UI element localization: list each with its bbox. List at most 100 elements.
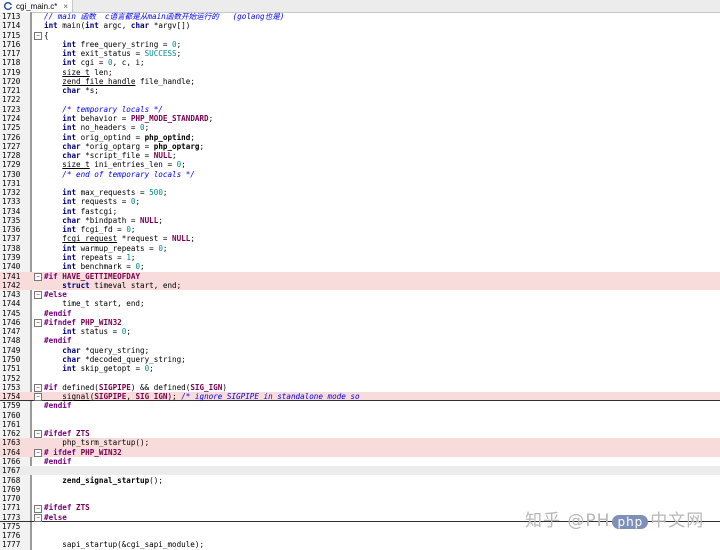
code-line[interactable]: 1716 int free_query_string = 0; [0,40,720,49]
code-line[interactable]: 1750 char *decoded_query_string; [0,355,720,364]
fold-toggle-icon[interactable]: − [34,393,42,402]
code-line[interactable]: 1735 char *bindpath = NULL; [0,216,720,225]
line-number: 1760 [2,410,21,420]
fold-toggle-icon[interactable]: − [34,513,42,522]
tab-close-button[interactable]: × [63,2,68,11]
code-line[interactable]: 1724 int behavior = PHP_MODE_STANDARD; [0,114,720,123]
code-line[interactable]: 1739 int repeats = 1; [0,253,720,262]
line-number: 1725 [2,123,21,133]
code-line[interactable]: 1745 #endif [0,309,720,318]
code-line[interactable]: 1728 char *script_file = NULL; [0,151,720,160]
code-line[interactable]: 1729 size_t ini_entries_len = 0; [0,160,720,169]
code-text: #else [44,512,67,522]
code-line[interactable]: 1734 int fastcgi; [0,207,720,216]
code-line[interactable]: 1738 int warmup_repeats = 0; [0,244,720,253]
code-text: int fastcgi; [62,206,118,216]
code-line[interactable]: 1768 zend_signal_startup(); [0,476,720,485]
code-line[interactable]: 1749 char *query_string; [0,346,720,355]
fold-toggle-icon[interactable]: − [34,272,42,281]
code-line[interactable]: 1726 int orig_optind = php_optind; [0,133,720,142]
code-line[interactable]: 1723 /* temporary locals */ [0,105,720,114]
line-number: 1777 [2,540,21,550]
fold-toggle-icon[interactable]: − [34,448,42,457]
code-line[interactable]: 1747 int status = 0; [0,327,720,336]
code-line[interactable]: 1730 /* end of temporary locals */ [0,170,720,179]
code-editor[interactable]: 1713 // main 函数 c语言都是从main函数开始运行的 (golang… [0,12,720,550]
code-line[interactable]: 1713 // main 函数 c语言都是从main函数开始运行的 (golang… [0,12,720,21]
code-line[interactable]: 1754 − signal(SIGPIPE, SIG_IGN); /* ignor… [0,392,720,402]
fold-toggle-icon[interactable]: − [34,291,42,300]
code-line[interactable]: 1751 int skip_getopt = 0; [0,364,720,373]
code-text: /* temporary locals */ [62,104,163,114]
code-text: struct timeval start, end; [62,280,182,290]
code-line[interactable]: 1744 time_t start, end; [0,299,720,308]
code-line[interactable]: 1743 − #else [0,290,720,300]
line-number: 1754 [2,392,21,402]
code-line[interactable]: 1761 [0,420,720,429]
code-line[interactable]: 1715 −{ [0,31,720,40]
code-text: time_t start, end; [44,299,145,309]
code-line[interactable]: 1733 int requests = 0; [0,197,720,206]
code-line[interactable]: 1717 int exit_status = SUCCESS; [0,49,720,58]
code-line[interactable]: 1741 − #if HAVE_GETTIMEOFDAY [0,271,720,281]
code-line[interactable]: 1776 [0,531,720,540]
code-line[interactable]: 1719 size_t len; [0,68,720,77]
line-number: 1734 [2,206,21,216]
code-text: int repeats = 1; [62,253,136,263]
line-number: 1764 [2,447,21,457]
line-number: 1740 [2,262,21,272]
code-line[interactable]: 1742 struct timeval start, end; [0,280,720,291]
code-line[interactable]: 1769 [0,485,720,494]
code-line[interactable]: 1732 int max_requests = 500; [0,188,720,197]
line-number: 1722 [2,95,21,105]
code-line[interactable]: 1753 − #if defined(SIGPIPE) && defined(SIG… [0,383,720,393]
line-number: 1759 [2,401,21,411]
code-line[interactable]: 1727 char *orig_optarg = php_optarg; [0,142,720,151]
code-line[interactable]: 1763 php_tsrm_startup(); [0,438,720,448]
code-text: int no_headers = 0; [62,123,150,133]
code-line[interactable]: 1767 [0,466,720,476]
code-text: php_tsrm_startup(); [44,438,150,448]
fold-toggle-icon[interactable]: − [34,504,42,513]
code-text: size_t len; [62,67,113,77]
fold-toggle-icon[interactable]: − [34,31,42,40]
line-number: 1750 [2,354,21,364]
code-line[interactable]: 1737 fcgi_request *request = NULL; [0,234,720,243]
code-line[interactable]: 1760 [0,411,720,420]
code-line[interactable]: 1770 [0,494,720,503]
code-line[interactable]: 1740 int benchmark = 0; [0,262,720,271]
code-line[interactable]: 1764 − # ifdef PHP_WIN32 [0,447,720,457]
line-number: 1736 [2,225,21,235]
code-line[interactable]: 1736 int fcgi_fd = 0; [0,225,720,234]
fold-toggle-icon[interactable]: − [34,430,42,439]
fold-toggle-icon[interactable]: − [34,319,42,328]
line-number: 1746 [2,317,21,327]
code-line[interactable]: 1721 char *s; [0,86,720,95]
fold-toggle-icon[interactable]: − [34,384,42,393]
line-number: 1724 [2,113,21,123]
line-number: 1762 [2,429,21,439]
code-text: #endif [44,308,72,318]
code-text: char *query_string; [62,345,150,355]
tab-cgi-main[interactable]: cgi_main.c* × [0,0,73,12]
code-line[interactable]: 1752 [0,374,720,383]
code-line[interactable]: 1759 #endif [0,401,720,410]
line-number: 1737 [2,234,21,244]
code-text: #endif [44,336,72,346]
watermark: 知乎 @PH php 中文网 [525,506,704,531]
code-line[interactable]: 1725 int no_headers = 0; [0,123,720,132]
code-line[interactable]: 1777 sapi_startup(&cgi_sapi_module); [0,540,720,549]
code-line[interactable]: 1714 int main(int argc, char *argv[]) [0,21,720,30]
watermark-text-right: 中文网 [650,511,705,531]
code-line[interactable]: 1731 [0,179,720,188]
code-line[interactable]: 1748 #endif [0,336,720,345]
code-line[interactable]: 1718 int cgi = 0, c, i; [0,58,720,67]
line-number: 1763 [2,438,21,448]
code-line[interactable]: 1762 − #ifdef ZTS [0,429,720,439]
line-number: 1742 [2,280,21,290]
code-line[interactable]: 1722 [0,95,720,104]
code-line[interactable]: 1720 zend_file_handle file_handle; [0,77,720,86]
code-line[interactable]: 1766 #endif [0,457,720,466]
code-line[interactable]: 1746 − #ifndef PHP_WIN32 [0,317,720,328]
code-text: #ifdef ZTS [44,503,90,513]
